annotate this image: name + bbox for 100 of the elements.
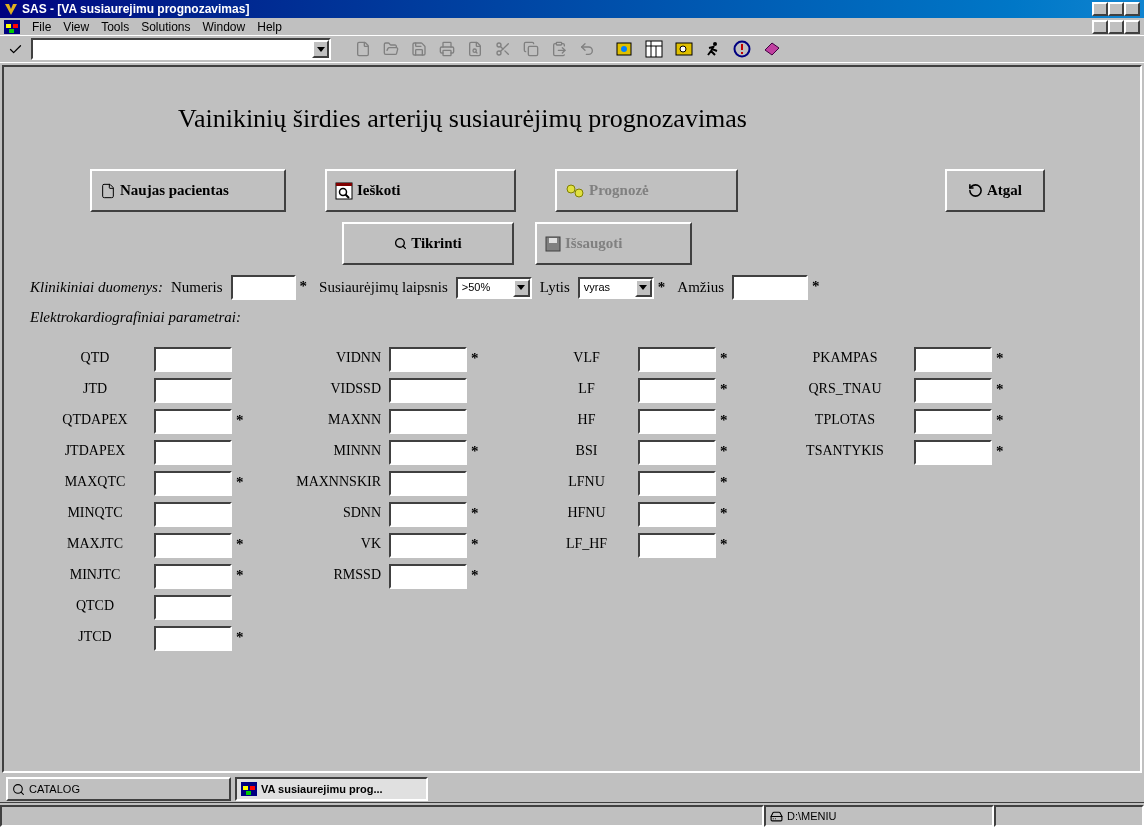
parameter-label: MAXJTC [66, 534, 124, 553]
magnifier-window-icon[interactable] [675, 40, 693, 58]
menu-item[interactable]: Tools [101, 17, 130, 36]
input-field[interactable] [154, 346, 232, 372]
input-field[interactable] [638, 408, 716, 434]
parameter-label: LF [577, 379, 596, 398]
menu-item[interactable]: Help [257, 17, 282, 36]
taskbar-button[interactable]: VA susiaurejimu prog... [235, 777, 428, 801]
input-field[interactable] [914, 377, 992, 403]
required-mark: * [471, 503, 480, 523]
input-field[interactable] [638, 346, 716, 372]
input-field[interactable] [914, 408, 992, 434]
magnifier-icon [12, 782, 25, 796]
input-field[interactable] [638, 439, 716, 465]
dropdown-arrow-button[interactable] [634, 278, 652, 297]
parameter-label: MAXNN [327, 410, 382, 429]
window-search-icon [335, 181, 353, 200]
menu-item[interactable]: File [32, 17, 52, 36]
input-field[interactable] [154, 532, 232, 558]
required-mark: * [236, 410, 245, 430]
parameter-label: JTD [81, 379, 109, 398]
close-button[interactable] [1124, 19, 1140, 34]
parameter-label: LF_HF [564, 534, 609, 553]
parameter-label: SDNN [341, 503, 382, 522]
form-button[interactable]: Ieškoti [325, 169, 516, 212]
input-field[interactable] [389, 470, 467, 496]
menu-item[interactable]: Solutions [141, 17, 191, 36]
parameter-label: VIDSSD [329, 379, 382, 398]
parameter-label: MINNN [332, 441, 382, 460]
input-field[interactable] [154, 594, 232, 620]
input-field[interactable] [638, 501, 716, 527]
input-field[interactable] [389, 501, 467, 527]
input-field[interactable] [389, 563, 467, 589]
dropdown-arrow-button[interactable] [312, 40, 329, 58]
parameter-label: MINJTC [68, 565, 122, 584]
form-button[interactable]: Tikrinti [342, 222, 514, 265]
input-field[interactable] [154, 625, 232, 651]
required-mark: * [471, 565, 480, 585]
input-field[interactable] [154, 470, 232, 496]
input-field[interactable] [389, 532, 467, 558]
menu-item[interactable]: View [63, 17, 90, 36]
input-field[interactable] [230, 275, 296, 300]
status-field: D:\MENIU [764, 805, 994, 827]
restore-button[interactable] [1108, 19, 1124, 34]
dropdown-field[interactable]: >50% [455, 276, 532, 299]
form-heading: Vainikinių širdies arterijų susiaurėjimų prognozavimas [178, 103, 748, 135]
input-field[interactable] [389, 377, 467, 403]
search-icon [394, 237, 408, 250]
caret-icon [639, 285, 648, 290]
parameter-label: TSANTYKIS [805, 441, 885, 460]
dropdown-value: >50% [460, 280, 491, 296]
input-field[interactable] [914, 439, 992, 465]
required-mark: * [236, 534, 245, 554]
parameter-label: QRS_TNAU [807, 379, 883, 398]
dropdown-arrow-button[interactable] [512, 278, 530, 297]
required-mark: * [720, 410, 729, 430]
input-field[interactable] [638, 532, 716, 558]
form-button[interactable]: Atgal [945, 169, 1045, 212]
required-mark: * [720, 472, 729, 492]
input-field[interactable] [154, 563, 232, 589]
taskbar-button[interactable]: CATALOG [6, 777, 231, 801]
field-label: Susiaurėjimų laipsnis [319, 278, 448, 298]
parameter-label: JTCD [77, 627, 113, 646]
required-mark: * [996, 379, 1005, 399]
minimize-button[interactable] [1092, 2, 1108, 16]
back-arrow-icon [968, 183, 983, 198]
required-mark: * [812, 277, 820, 296]
field-label: Lytis [539, 278, 570, 298]
alert-icon[interactable] [733, 40, 751, 58]
form-button[interactable]: Naujas pacientas [90, 169, 286, 212]
maximize-button[interactable] [1108, 2, 1124, 16]
close-button[interactable] [1124, 2, 1140, 16]
dropdown-field[interactable]: vyras [577, 276, 654, 299]
drive-icon [770, 809, 783, 823]
parameter-label: RMSSD [332, 565, 382, 584]
input-field[interactable] [389, 346, 467, 372]
input-field[interactable] [732, 275, 808, 300]
parameter-label: MAXQTC [63, 472, 127, 491]
input-field[interactable] [638, 377, 716, 403]
input-field[interactable] [154, 501, 232, 527]
command-field[interactable] [31, 38, 331, 60]
grid-window-icon[interactable] [645, 40, 663, 58]
input-field[interactable] [638, 470, 716, 496]
input-field[interactable] [914, 346, 992, 372]
parameter-label: LFNU [567, 472, 606, 491]
required-mark: * [471, 441, 480, 461]
app-icon [4, 19, 20, 34]
input-field[interactable] [154, 439, 232, 465]
input-field[interactable] [154, 408, 232, 434]
required-mark: * [720, 379, 729, 399]
required-mark: * [996, 348, 1005, 368]
caret-icon [517, 285, 526, 290]
parameter-label: JTDAPEX [63, 441, 127, 460]
input-field[interactable] [389, 439, 467, 465]
section-title: Klinikiniai duomenys: [30, 278, 163, 298]
menu-item[interactable]: Window [202, 17, 246, 36]
input-field[interactable] [154, 377, 232, 403]
required-mark: * [720, 348, 729, 368]
input-field[interactable] [389, 408, 467, 434]
minimize-button[interactable] [1092, 19, 1108, 34]
